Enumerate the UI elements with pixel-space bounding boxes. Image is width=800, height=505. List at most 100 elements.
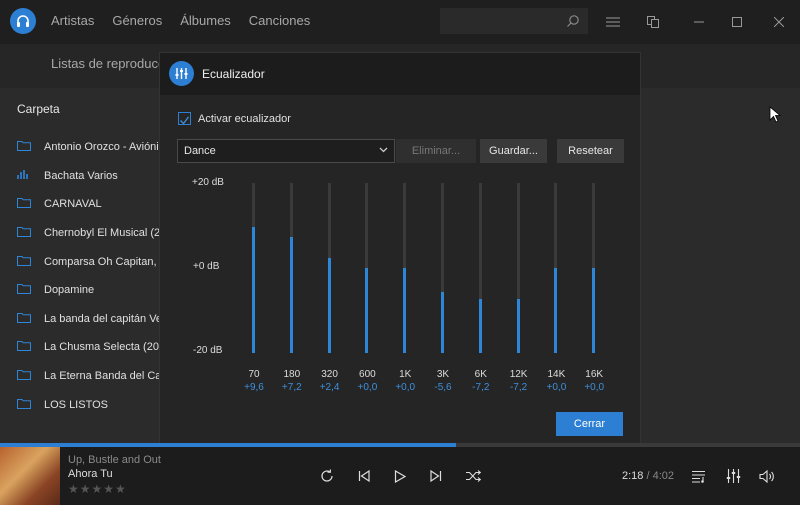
search-icon[interactable] (566, 14, 580, 28)
equalizer-toggle-icon[interactable] (724, 467, 742, 485)
queue-icon[interactable] (690, 467, 708, 485)
slider-fill (516, 298, 520, 353)
enable-equalizer-checkbox[interactable] (178, 112, 191, 125)
band-frequency-label: 16K (585, 369, 604, 380)
slider-fill (365, 268, 369, 353)
artist-name[interactable]: Ahora Tu (68, 468, 113, 480)
folder-item-label: La banda del capitán Vene (44, 312, 167, 325)
folder-icon (17, 283, 31, 297)
folder-icon (17, 197, 31, 211)
folder-item[interactable]: La Eterna Banda del Capita (17, 362, 167, 391)
band-gain-value: -5,6 (434, 382, 452, 393)
chevron-down-icon (379, 147, 388, 153)
folder-list: Antonio Orozco - Aviónica Bachata Varios C… (17, 133, 167, 419)
reset-button[interactable]: Resetear (557, 139, 624, 163)
time-separator: / (643, 470, 653, 482)
band-gain-value: +2,4 (319, 382, 340, 393)
minimize-icon[interactable] (689, 12, 709, 32)
search-input[interactable] (440, 8, 588, 34)
shuffle-icon[interactable] (464, 467, 482, 485)
folder-item[interactable]: LOS LISTOS (17, 390, 167, 419)
volume-icon[interactable] (758, 467, 776, 485)
next-icon[interactable] (427, 467, 445, 485)
band-gain-value: +0,0 (584, 382, 605, 393)
dialog-header: Ecualizador (160, 53, 640, 95)
band-gain-value: +7,2 (281, 382, 302, 393)
total-time: 4:02 (652, 470, 675, 482)
previous-icon[interactable] (355, 467, 373, 485)
album-cover[interactable] (0, 447, 60, 505)
elapsed-time: 2:18 (622, 470, 644, 482)
repeat-icon[interactable] (318, 467, 336, 485)
band-frequency-label: 12K (509, 369, 528, 380)
maximize-icon[interactable] (727, 12, 747, 32)
mini-player-icon[interactable] (643, 12, 663, 32)
folder-item-label: Chernobyl El Musical (2020) (44, 227, 167, 240)
folder-item[interactable]: CARNAVAL (17, 190, 167, 219)
nav-artists[interactable]: Artistas (51, 13, 94, 28)
folder-item[interactable]: Comparsa Oh Capitan, My (17, 247, 167, 276)
band-gain-value: +9,6 (244, 382, 264, 393)
playback-time: 2:18 / 4:02 (622, 470, 674, 482)
rating-stars[interactable]: ★★★★★ (68, 482, 127, 496)
folder-icon (17, 312, 31, 326)
nav-genres[interactable]: Géneros (112, 13, 162, 28)
slider-fill (289, 237, 293, 353)
folder-icon (17, 226, 31, 240)
app-logo-headphones-icon[interactable] (10, 8, 36, 34)
folder-item-label: La Chusma Selecta (2020) (44, 341, 167, 354)
band-gain-value: -7,2 (509, 382, 528, 393)
slider-fill (592, 268, 596, 353)
slider-fill (554, 268, 558, 353)
slider-fill (252, 227, 255, 353)
band-frequency-label: 6K (474, 369, 487, 380)
folder-item-label: Dopamine (44, 284, 95, 297)
delete-preset-button[interactable]: Eliminar... (396, 139, 476, 163)
save-preset-button[interactable]: Guardar... (480, 139, 547, 163)
equalizer-dialog: Ecualizador Activar ecualizador Dance El… (160, 53, 640, 453)
folder-item-label: Antonio Orozco - Aviónica (44, 141, 167, 154)
folder-item[interactable]: Dopamine (17, 276, 167, 305)
menu-icon[interactable] (603, 12, 623, 32)
band-gain-value: +0,0 (395, 382, 416, 393)
folder-item[interactable]: Chernobyl El Musical (2020) (17, 219, 167, 248)
song-title[interactable]: Up, Bustle and Out (68, 454, 161, 466)
band-frequency-label: 320 (321, 369, 338, 380)
close-window-icon[interactable] (769, 12, 789, 32)
band-frequency-label: 14K (547, 369, 566, 380)
band-frequency-label: 1K (399, 369, 412, 380)
enable-equalizer-label[interactable]: Activar ecualizador (198, 113, 291, 125)
folder-icon (17, 140, 31, 154)
slider-fill (478, 298, 482, 353)
db-min-label: -20 dB (193, 345, 223, 356)
bars-icon (17, 169, 31, 182)
checkmark-icon (180, 116, 190, 125)
band-gain-value: -7,2 (472, 382, 490, 393)
folder-item-label: Comparsa Oh Capitan, My (44, 255, 167, 268)
band-gain-value: +0,0 (546, 382, 567, 393)
folder-header: Carpeta (17, 102, 60, 116)
db-mid-label: +0 dB (193, 261, 220, 272)
folder-item[interactable]: Antonio Orozco - Aviónica (17, 133, 167, 162)
slider-fill (441, 291, 444, 353)
band-frequency-label: 180 (283, 369, 301, 380)
nav-songs[interactable]: Canciones (249, 13, 310, 28)
top-bar: Artistas Géneros Álbumes Canciones (0, 0, 800, 44)
band-frequency-label: 70 (248, 369, 260, 380)
player-bar: Up, Bustle and Out Ahora Tu ★★★★★ 2:18 /… (0, 447, 800, 505)
mouse-pointer-icon (769, 106, 782, 129)
folder-icon (17, 398, 31, 412)
band-frequency-label: 3K (436, 369, 450, 380)
close-button[interactable]: Cerrar (556, 412, 623, 436)
equalizer-icon (169, 61, 194, 86)
folder-item[interactable]: La Chusma Selecta (2020) (17, 333, 167, 362)
band-gain-value: +0,0 (357, 382, 378, 393)
slider-fill (327, 257, 331, 353)
play-icon[interactable] (391, 467, 409, 485)
folder-item-label: Bachata Varios (44, 169, 118, 182)
preset-select[interactable]: Dance (177, 139, 395, 163)
nav-albums[interactable]: Álbumes (180, 13, 231, 28)
folder-item[interactable]: La banda del capitán Vene (17, 305, 167, 334)
preset-value: Dance (184, 145, 216, 157)
folder-item[interactable]: Bachata Varios (17, 162, 167, 191)
